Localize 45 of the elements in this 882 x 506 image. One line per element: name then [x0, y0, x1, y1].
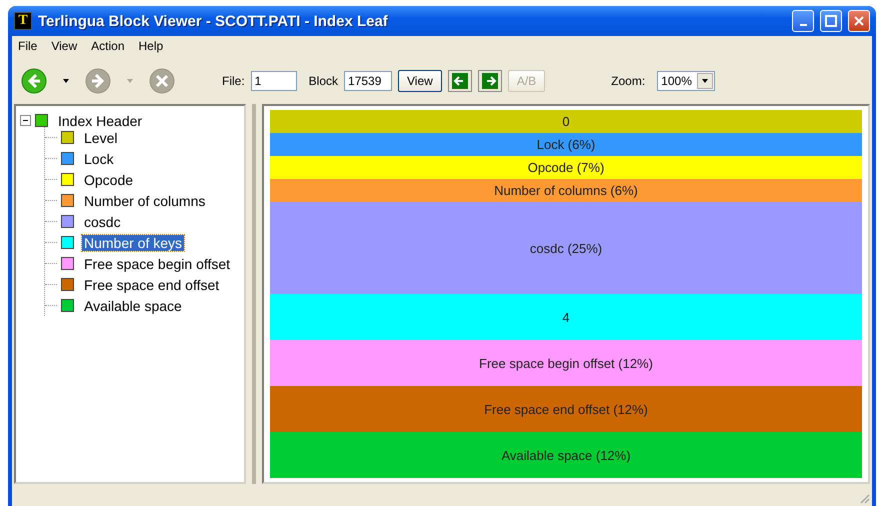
block-segment: Available space (12%)	[270, 432, 862, 478]
menu-item[interactable]: File	[18, 39, 38, 55]
block-segment: cosdc (25%)	[270, 202, 862, 294]
tree-item[interactable]: Available space	[82, 298, 184, 314]
file-field[interactable]: 1	[250, 71, 297, 91]
tree-item[interactable]: Level	[82, 130, 120, 146]
tree-item[interactable]: Index Header	[56, 112, 144, 128]
tree-item[interactable]: Opcode	[82, 172, 136, 188]
close-icon	[853, 15, 865, 27]
app-icon: T	[14, 12, 32, 30]
tree-item[interactable]: Number of keys	[82, 234, 184, 250]
block-segment: Free space begin offset (12%)	[270, 340, 862, 386]
menu-item[interactable]: Help	[138, 39, 164, 55]
zoom-select[interactable]: 100%	[657, 71, 716, 91]
caret-icon	[701, 78, 710, 84]
tree-item[interactable]: Free space begin offset	[82, 256, 232, 272]
block-segment: Number of columns (6%)	[270, 179, 862, 202]
block-segment: 4	[270, 294, 862, 340]
resize-grip-icon[interactable]	[858, 492, 870, 504]
tree-item[interactable]: Number of columns	[82, 192, 208, 208]
block-segment: 0	[270, 110, 862, 133]
zoom-label: Zoom:	[611, 74, 646, 88]
close-button[interactable]	[848, 10, 870, 32]
view-button[interactable]: View	[398, 70, 442, 92]
maximize-icon	[825, 15, 837, 27]
block-segment: Free space end offset (12%)	[270, 386, 862, 432]
caret-icon[interactable]	[62, 78, 70, 84]
tree-item[interactable]: Lock	[82, 150, 116, 166]
maximize-button[interactable]	[820, 10, 842, 32]
minimize-button[interactable]	[792, 10, 814, 32]
file-label: File:	[222, 74, 245, 88]
collapse-icon[interactable]	[20, 115, 31, 126]
previous-button[interactable]	[448, 70, 472, 92]
tree-item[interactable]: cosdc	[82, 214, 123, 230]
next-button[interactable]	[478, 70, 502, 92]
block-segment: Opcode (7%)	[270, 156, 862, 179]
block-field[interactable]: 17539	[344, 71, 392, 91]
back-icon[interactable]	[20, 67, 48, 95]
window-title: Terlingua Block Viewer - SCOTT.PATI - Index Leaf	[38, 12, 389, 30]
menu-item[interactable]: Action	[91, 39, 124, 55]
minimize-icon	[800, 24, 806, 26]
menu-item[interactable]: View	[51, 39, 78, 55]
tree-item[interactable]: Free space end offset	[82, 276, 222, 292]
block-segment: Lock (6%)	[270, 133, 862, 156]
block-label: Block	[308, 74, 338, 88]
